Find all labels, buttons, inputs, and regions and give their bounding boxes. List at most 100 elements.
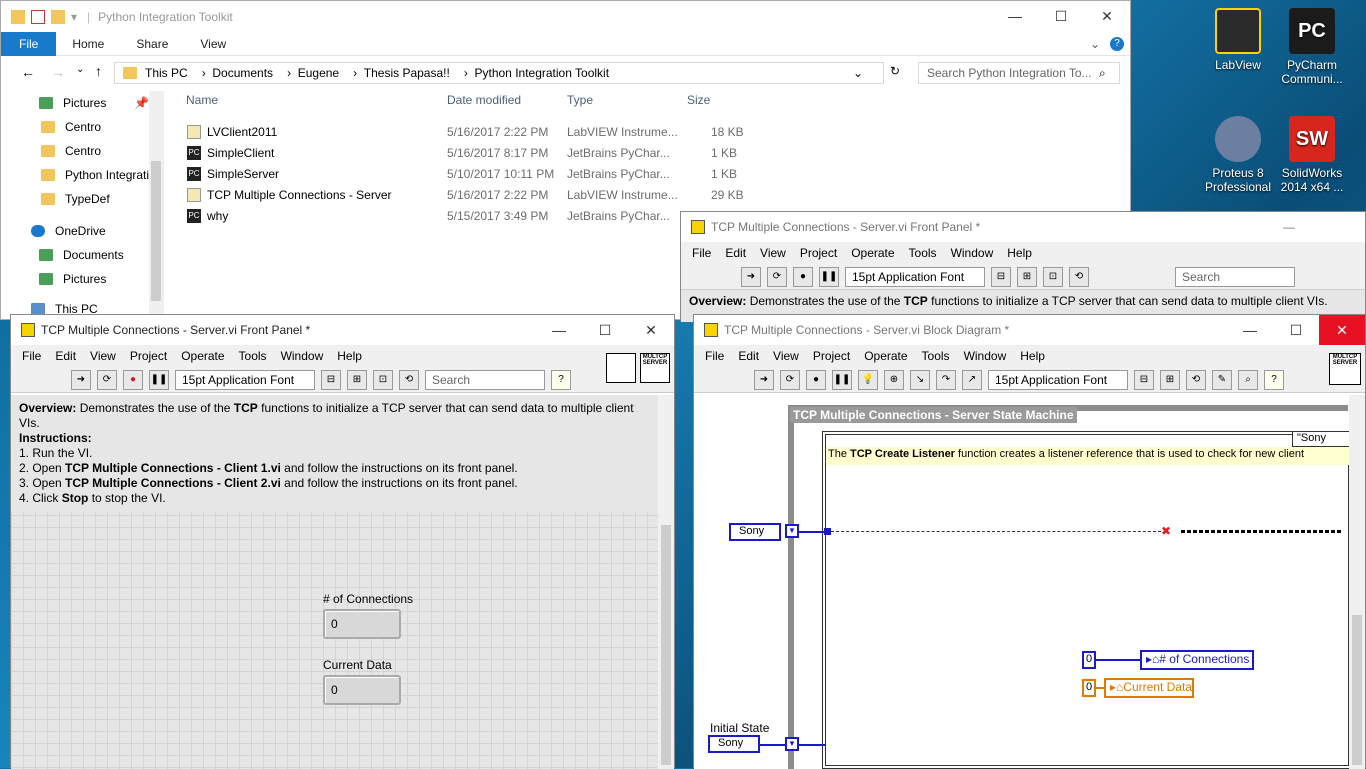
menu-operate[interactable]: Operate — [174, 349, 231, 363]
nav-item-python[interactable]: Python Integrati — [41, 165, 149, 185]
help-icon[interactable]: ? — [551, 369, 571, 390]
run-continuous-icon[interactable]: ⟳ — [767, 266, 787, 287]
tab-file[interactable]: File — [1, 31, 57, 56]
nav-item-centro[interactable]: Centro — [41, 117, 101, 137]
search-icon[interactable]: ⌕ — [1238, 369, 1258, 390]
menu-window[interactable]: Window — [944, 246, 1001, 260]
chevron-down-icon[interactable]: ⌄ — [1090, 37, 1100, 51]
reorder-icon[interactable]: ⟲ — [1069, 266, 1089, 287]
menu-tools[interactable]: Tools — [915, 349, 957, 363]
cleanup-icon[interactable]: ✎ — [1212, 369, 1232, 390]
breadcrumb-toolkit[interactable]: Python Integration Toolkit — [475, 66, 610, 80]
help-icon[interactable]: ? — [1264, 369, 1284, 390]
distribute-icon[interactable]: ⊞ — [347, 369, 367, 390]
properties-icon[interactable] — [31, 10, 45, 24]
close-button[interactable]: ✕ — [628, 315, 674, 345]
menu-file[interactable]: File — [685, 246, 718, 260]
help-icon[interactable]: ? — [1110, 36, 1124, 51]
pause-icon[interactable]: ❚❚ — [832, 369, 852, 390]
vi-icon[interactable]: MULTCP SERVER — [1329, 353, 1361, 385]
breadcrumb-thesis[interactable]: Thesis Papasa!! — [364, 66, 450, 80]
forward-arrow-icon[interactable]: → — [51, 64, 65, 80]
back-arrow-icon[interactable]: ← — [21, 64, 35, 80]
menu-help[interactable]: Help — [1000, 246, 1039, 260]
font-select[interactable]: 15pt Application Font — [988, 369, 1128, 390]
column-date-modified[interactable]: Date modified — [447, 93, 521, 107]
reorder-icon[interactable]: ⟲ — [399, 369, 419, 390]
menu-window[interactable]: Window — [957, 349, 1014, 363]
dropdown-icon[interactable]: ▾ — [71, 10, 77, 24]
breadcrumb-documents[interactable]: Documents — [212, 66, 273, 80]
enum-constant[interactable]: Sony — [729, 523, 781, 541]
highlight-execution-icon[interactable]: 💡 — [858, 369, 878, 390]
align-icon[interactable]: ⊟ — [321, 369, 341, 390]
pycharm-desktop-icon[interactable]: PC PyCharm Communi... — [1275, 8, 1349, 86]
menu-help[interactable]: Help — [330, 349, 369, 363]
nav-item-onedrive[interactable]: OneDrive — [31, 221, 106, 241]
menu-file[interactable]: File — [15, 349, 48, 363]
breadcrumb-this-pc[interactable]: This PC — [145, 66, 188, 80]
menu-tools[interactable]: Tools — [232, 349, 274, 363]
run-continuous-icon[interactable]: ⟳ — [97, 369, 117, 390]
pin-icon[interactable]: 📌 — [134, 96, 149, 110]
abort-icon[interactable]: ● — [806, 369, 826, 390]
close-button[interactable]: ✕ — [1319, 315, 1365, 345]
search-input[interactable]: Search — [425, 369, 545, 390]
font-select[interactable]: 15pt Application Font — [175, 369, 315, 390]
nav-item-pictures-2[interactable]: Pictures — [39, 269, 106, 289]
run-arrow-icon[interactable]: ➜ — [754, 369, 774, 390]
distribute-icon[interactable]: ⊞ — [1160, 369, 1180, 390]
search-input[interactable]: Search — [1175, 266, 1295, 287]
connections-local-variable[interactable]: ▸⌂# of Connections — [1140, 650, 1254, 670]
nav-item-pictures[interactable]: Pictures 📌 — [39, 93, 149, 113]
menu-view[interactable]: View — [753, 246, 793, 260]
file-row[interactable]: PC why — [187, 206, 228, 226]
nav-item-centro-2[interactable]: Centro — [41, 141, 101, 161]
resize-icon[interactable]: ⊡ — [373, 369, 393, 390]
tab-share[interactable]: Share — [120, 37, 184, 51]
run-arrow-icon[interactable]: ➜ — [71, 369, 91, 390]
column-type[interactable]: Type — [567, 93, 593, 107]
proteus-desktop-icon[interactable]: Proteus 8 Professional — [1201, 116, 1275, 194]
maximize-button[interactable]: ☐ — [1273, 315, 1319, 345]
minimize-button[interactable]: — — [1283, 220, 1295, 234]
minimize-button[interactable]: — — [536, 315, 582, 345]
file-row[interactable]: TCP Multiple Connections - Server — [187, 185, 392, 205]
file-row[interactable]: LVClient2011 — [187, 122, 277, 142]
menu-project[interactable]: Project — [793, 246, 844, 260]
nav-item-typedef[interactable]: TypeDef — [41, 189, 110, 209]
nav-scrollbar[interactable] — [149, 91, 163, 321]
tab-home[interactable]: Home — [56, 37, 120, 51]
step-over-icon[interactable]: ↷ — [936, 369, 956, 390]
case-selector[interactable]: "Sony — [1292, 431, 1351, 447]
menu-project[interactable]: Project — [123, 349, 174, 363]
menu-view[interactable]: View — [766, 349, 806, 363]
menu-window[interactable]: Window — [274, 349, 331, 363]
new-folder-icon[interactable] — [51, 10, 65, 24]
column-size[interactable]: Size — [687, 93, 710, 107]
menu-tools[interactable]: Tools — [902, 246, 944, 260]
connections-constant[interactable]: 0 — [1082, 651, 1096, 669]
run-arrow-icon[interactable]: ➜ — [741, 266, 761, 287]
run-continuous-icon[interactable]: ⟳ — [780, 369, 800, 390]
align-icon[interactable]: ⊟ — [1134, 369, 1154, 390]
chevron-down-icon[interactable]: ⌄ — [853, 66, 863, 80]
abort-icon[interactable]: ● — [793, 266, 813, 287]
retain-wire-values-icon[interactable]: ⊕ — [884, 369, 904, 390]
close-button[interactable]: ✕ — [1084, 1, 1130, 31]
menu-project[interactable]: Project — [806, 349, 857, 363]
recent-dropdown-icon[interactable]: ⌄ — [76, 64, 84, 75]
minimize-button[interactable]: — — [1227, 315, 1273, 345]
file-row[interactable]: PC SimpleServer — [187, 164, 279, 184]
menu-edit[interactable]: Edit — [731, 349, 766, 363]
bd-scrollbar[interactable] — [1349, 395, 1365, 769]
tab-view[interactable]: View — [184, 37, 242, 51]
abort-icon[interactable]: ● — [123, 369, 143, 390]
file-row[interactable]: PC SimpleClient — [187, 143, 274, 163]
current-data-constant[interactable]: 0 — [1082, 679, 1096, 697]
menu-view[interactable]: View — [83, 349, 123, 363]
maximize-button[interactable]: ☐ — [582, 315, 628, 345]
breadcrumb[interactable]: This PC › Documents › Eugene › Thesis Papas… — [114, 62, 884, 84]
menu-edit[interactable]: Edit — [718, 246, 753, 260]
font-select[interactable]: 15pt Application Font — [845, 266, 985, 287]
